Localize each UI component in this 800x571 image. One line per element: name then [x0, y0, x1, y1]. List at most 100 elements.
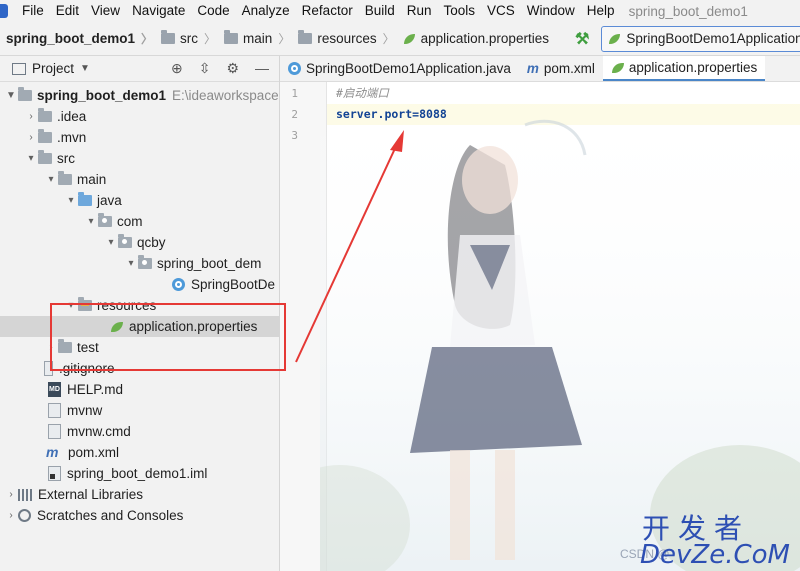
run-configuration-label: SpringBootDemo1Application: [626, 31, 800, 46]
tree-item-help-md[interactable]: MD HELP.md: [0, 379, 279, 400]
spring-boot-icon: [608, 32, 622, 46]
menu-edit[interactable]: Edit: [50, 0, 85, 22]
tree-item-project-root[interactable]: ▼ spring_boot_demo1 E:\ideaworkspace: [0, 85, 279, 106]
tab-label: SpringBootDemo1Application.java: [306, 61, 511, 76]
scratches-icon: [18, 509, 31, 522]
menu-bar: File Edit View Navigate Code Analyze Ref…: [0, 0, 800, 22]
tree-item-main[interactable]: ▾ main: [0, 169, 279, 190]
chevron-right-icon: 〉: [278, 32, 291, 46]
tree-item-mvnw-cmd[interactable]: mvnw.cmd: [0, 421, 279, 442]
tree-label: src: [57, 151, 75, 166]
tree-item-external-libraries[interactable]: › External Libraries: [0, 484, 279, 505]
tab-pom-xml[interactable]: m pom.xml: [519, 56, 603, 81]
tree-label: .idea: [57, 109, 87, 124]
tree-item-qcby[interactable]: ▾ qcby: [0, 232, 279, 253]
tree-path-hint: E:\ideaworkspace: [172, 88, 279, 103]
minimize-icon[interactable]: —: [255, 60, 269, 77]
tab-application-properties[interactable]: application.properties: [602, 56, 766, 81]
chevron-down-icon[interactable]: ▾: [24, 153, 38, 164]
chevron-down-icon[interactable]: ▾: [64, 195, 78, 206]
code-line-3[interactable]: [327, 125, 800, 146]
tree-item-iml[interactable]: spring_boot_demo1.iml: [0, 463, 279, 484]
tab-label: pom.xml: [543, 61, 595, 76]
chevron-right-icon[interactable]: ›: [24, 132, 38, 143]
menu-help[interactable]: Help: [581, 0, 621, 22]
chevron-right-icon[interactable]: ›: [4, 489, 18, 500]
build-hammer-icon[interactable]: ⚒: [575, 29, 589, 49]
tree-item-java[interactable]: ▾ java: [0, 190, 279, 211]
tree-label: HELP.md: [67, 382, 124, 397]
chevron-right-icon[interactable]: ›: [4, 510, 18, 521]
breadcrumb-resources[interactable]: resources 〉: [290, 30, 395, 47]
gear-icon[interactable]: ⚙: [226, 60, 239, 77]
tree-label: SpringBootDe: [191, 277, 276, 292]
tab-application-java[interactable]: SpringBootDemo1Application.java: [280, 56, 519, 81]
chevron-down-icon[interactable]: ▾: [84, 216, 98, 227]
run-configuration-select[interactable]: SpringBootDemo1Application ▼: [601, 25, 800, 52]
menu-file[interactable]: File: [16, 0, 50, 22]
tree-label: Scratches and Consoles: [37, 508, 184, 523]
file-icon: [48, 403, 61, 418]
panel-toolbar: ⊕ ⇳ ⚙ —: [171, 60, 269, 77]
menu-refactor[interactable]: Refactor: [296, 0, 359, 22]
package-icon: [118, 234, 132, 248]
project-panel-header: Project ▼ ⊕ ⇳ ⚙ —: [0, 56, 279, 82]
line-number: 1: [291, 87, 298, 100]
tree-item-scratches[interactable]: › Scratches and Consoles: [0, 505, 279, 526]
code-line-1[interactable]: #启动端口: [327, 83, 800, 104]
chevron-down-icon[interactable]: ▾: [44, 174, 58, 185]
tree-label: java: [97, 193, 122, 208]
breadcrumb-project[interactable]: spring_boot_demo1 〉: [6, 30, 153, 47]
chevron-down-icon[interactable]: ▼: [4, 90, 18, 101]
chevron-down-icon[interactable]: ▾: [104, 237, 118, 248]
tree-item-src[interactable]: ▾ src: [0, 148, 279, 169]
tree-label: .mvn: [57, 130, 87, 145]
tree-label: External Libraries: [38, 487, 144, 502]
editor-tabs: SpringBootDemo1Application.java m pom.xm…: [280, 56, 800, 82]
chevron-down-icon[interactable]: ▼: [80, 63, 90, 74]
menu-vcs[interactable]: VCS: [481, 0, 521, 22]
window-project-title: spring_boot_demo1: [628, 3, 748, 19]
editor-area: SpringBootDemo1Application.java m pom.xm…: [280, 56, 800, 571]
chevron-down-icon[interactable]: ▾: [124, 258, 138, 269]
watermark-site: DevZe.CoM: [640, 540, 790, 570]
tree-item-pom-xml[interactable]: m pom.xml: [0, 442, 279, 463]
tree-label: spring_boot_dem: [157, 256, 262, 271]
code-comment: #启动端口: [336, 86, 389, 100]
breadcrumb-src[interactable]: src 〉: [153, 30, 216, 47]
tree-item-mvnw[interactable]: mvnw: [0, 400, 279, 421]
folder-icon: [161, 30, 176, 44]
locate-icon[interactable]: ⊕: [171, 60, 183, 77]
menu-code[interactable]: Code: [191, 0, 235, 22]
tree-item-application-class[interactable]: SpringBootDe: [0, 274, 279, 295]
module-file-icon: [48, 466, 61, 481]
tree-item-com[interactable]: ▾ com: [0, 211, 279, 232]
menu-window[interactable]: Window: [521, 0, 581, 22]
tree-item-mvn[interactable]: › .mvn: [0, 127, 279, 148]
breadcrumb-application-properties[interactable]: application.properties: [395, 31, 549, 46]
project-view-selector[interactable]: Project: [32, 61, 74, 76]
menu-view[interactable]: View: [85, 0, 126, 22]
folder-icon: [58, 171, 72, 185]
java-class-icon: [172, 278, 185, 291]
menu-analyze[interactable]: Analyze: [236, 0, 296, 22]
chevron-right-icon[interactable]: ›: [24, 111, 38, 122]
menu-navigate[interactable]: Navigate: [126, 0, 191, 22]
code-line-2[interactable]: server.port=8088: [327, 104, 800, 125]
module-folder-icon: [18, 87, 32, 101]
menu-tools[interactable]: Tools: [438, 0, 482, 22]
menu-run[interactable]: Run: [401, 0, 438, 22]
breadcrumb-main[interactable]: main 〉: [216, 30, 290, 47]
collapse-all-icon[interactable]: ⇳: [199, 60, 211, 77]
tree-item-idea[interactable]: › .idea: [0, 106, 279, 127]
folder-icon: [38, 108, 52, 122]
folder-icon: [38, 129, 52, 143]
spring-leaf-icon: [403, 32, 417, 46]
library-icon: [18, 488, 32, 501]
menu-build[interactable]: Build: [359, 0, 401, 22]
tree-label: qcby: [137, 235, 166, 250]
folder-icon: [224, 30, 239, 44]
tree-label: com: [117, 214, 143, 229]
file-icon: [48, 424, 61, 439]
tree-item-spring-boot-package[interactable]: ▾ spring_boot_dem: [0, 253, 279, 274]
